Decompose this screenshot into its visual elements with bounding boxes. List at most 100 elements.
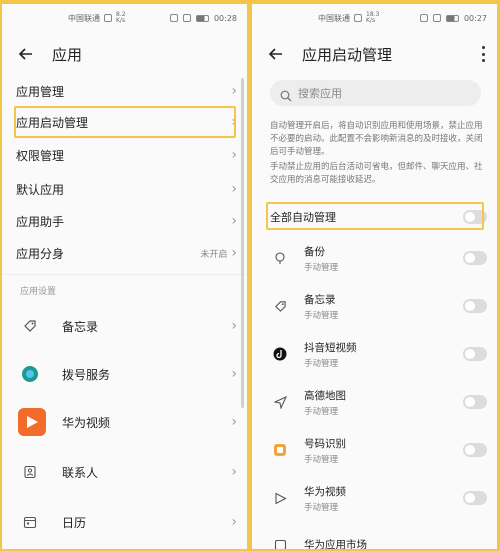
app-name: 华为视频 — [62, 415, 111, 430]
app-toggle[interactable] — [463, 299, 487, 313]
app-name: 华为视频 — [304, 485, 346, 498]
chevron-right-icon: › — [231, 366, 237, 382]
app-toggle[interactable] — [463, 395, 487, 409]
search-icon — [280, 87, 292, 102]
left-screen: 中国联通 8.2 K/s 00:28 应用 应用管理 › 应用启动管理 › 权限… — [2, 4, 247, 549]
manual-manage-description: 手动禁止应用的后台活动可省电，但邮件、聊天应用、社交应用的消息可能接收延迟。 — [270, 162, 483, 185]
clock: 00:27 — [463, 13, 487, 23]
status-value: 未开启 — [200, 249, 228, 260]
highlight-box — [266, 202, 484, 230]
vibrate-icon — [419, 14, 428, 22]
clock: 00:28 — [213, 13, 237, 23]
search-bar[interactable] — [270, 80, 481, 106]
app-row-contacts[interactable]: 联系人 › — [18, 452, 237, 492]
page-title: 应用启动管理 — [302, 45, 393, 64]
app-bar: 应用 — [2, 38, 247, 70]
carrier-label: 中国联通 — [318, 13, 350, 23]
menu-label: 默认应用 — [16, 182, 65, 197]
app-name: 日历 — [62, 515, 87, 530]
app-row-huawei-video: 华为视频 手动管理 — [272, 478, 487, 518]
app-row-dialer[interactable]: 拨号服务 › — [18, 354, 237, 394]
chevron-right-icon: › — [231, 181, 237, 197]
app-name: 联系人 — [62, 465, 99, 480]
right-screen: 中国联通 18.3 K/s 00:27 应用启动管理 自动管理开启后，将自动识别… — [252, 4, 497, 549]
menu-item-app-assistant[interactable]: 应用助手 › — [16, 206, 237, 236]
menu-item-app-twin[interactable]: 应用分身 未开启 › — [16, 238, 237, 268]
app-row-memo[interactable]: 备忘录 › — [18, 306, 237, 346]
number-id-icon — [272, 442, 288, 458]
menu-label: 权限管理 — [16, 148, 65, 163]
back-arrow-icon[interactable] — [18, 46, 34, 62]
tag-icon — [18, 314, 42, 338]
chevron-right-icon: › — [231, 83, 237, 99]
app-mode: 手动管理 — [304, 310, 339, 321]
app-name: 备忘录 — [62, 319, 99, 334]
app-mode: 手动管理 — [304, 406, 339, 417]
speed-label: 8.2 K/s — [116, 11, 126, 24]
app-mode: 手动管理 — [304, 262, 339, 273]
chevron-right-icon: › — [231, 414, 237, 430]
app-toggle[interactable] — [463, 251, 487, 265]
app-row-number-id: 号码识别 手动管理 — [272, 430, 487, 470]
calendar-icon — [18, 510, 42, 534]
battery-icon — [445, 14, 459, 22]
app-bar: 应用启动管理 — [252, 38, 497, 70]
more-options-icon[interactable] — [481, 46, 485, 62]
menu-label: 应用管理 — [16, 84, 65, 99]
app-row-amap: 高德地图 手动管理 — [272, 382, 487, 422]
app-name: 号码识别 — [304, 437, 346, 450]
app-toggle[interactable] — [463, 347, 487, 361]
app-row-huawei-video[interactable]: 华为视频 › — [18, 402, 237, 442]
signal-icon — [104, 14, 112, 22]
app-name: 备份 — [304, 245, 325, 258]
carrier-label: 中国联通 — [68, 13, 100, 23]
chevron-right-icon: › — [231, 245, 237, 261]
status-bar: 中国联通 8.2 K/s 00:28 — [2, 4, 247, 32]
nfc-icon — [182, 14, 191, 22]
chevron-right-icon: › — [231, 514, 237, 530]
status-bar: 中国联通 18.3 K/s 00:27 — [252, 4, 497, 32]
scrollbar[interactable] — [241, 78, 244, 408]
chevron-right-icon: › — [231, 464, 237, 480]
navigation-icon — [272, 394, 288, 410]
app-name: 高德地图 — [304, 389, 346, 402]
tag-icon — [272, 298, 288, 314]
chevron-right-icon: › — [231, 318, 237, 334]
douyin-icon — [272, 346, 288, 362]
menu-item-app-management[interactable]: 应用管理 › — [16, 76, 237, 106]
auto-manage-description: 自动管理开启后，将自动识别应用和使用场景，禁止应用不必要的启动。此配置不会影响新… — [270, 121, 483, 157]
menu-item-default-apps[interactable]: 默认应用 › — [16, 174, 237, 204]
menu-item-permissions[interactable]: 权限管理 › — [16, 140, 237, 170]
app-toggle[interactable] — [463, 443, 487, 457]
app-name: 拨号服务 — [62, 367, 111, 382]
app-row-backup: 备份 手动管理 — [272, 238, 487, 278]
section-divider — [2, 274, 247, 275]
app-mode: 手动管理 — [304, 454, 339, 465]
dialer-icon — [18, 362, 42, 386]
signal-icon — [354, 14, 362, 22]
app-row-douyin: 抖音短视频 手动管理 — [272, 334, 487, 374]
highlight-box — [14, 106, 236, 138]
menu-label: 应用分身 — [16, 246, 65, 261]
app-toggle[interactable] — [463, 491, 487, 505]
nfc-icon — [432, 14, 441, 22]
app-name: 备忘录 — [304, 293, 336, 306]
battery-icon — [195, 14, 209, 22]
appstore-icon — [272, 536, 288, 549]
app-name: 抖音短视频 — [304, 341, 357, 354]
chevron-right-icon: › — [231, 213, 237, 229]
section-label: 应用设置 — [20, 287, 57, 297]
app-name: 华为应用市场 — [304, 538, 367, 550]
back-arrow-icon[interactable] — [268, 46, 284, 62]
video-icon — [18, 408, 46, 436]
contacts-icon — [18, 460, 42, 484]
page-title: 应用 — [52, 45, 83, 64]
menu-label: 应用助手 — [16, 214, 65, 229]
app-row-appgallery: 华为应用市场 — [272, 524, 487, 549]
search-input[interactable] — [298, 86, 458, 100]
backup-icon — [272, 250, 288, 266]
app-mode: 手动管理 — [304, 358, 339, 369]
video-icon — [272, 490, 288, 506]
app-row-calendar[interactable]: 日历 › — [18, 502, 237, 542]
speed-label: 18.3 K/s — [366, 11, 380, 24]
